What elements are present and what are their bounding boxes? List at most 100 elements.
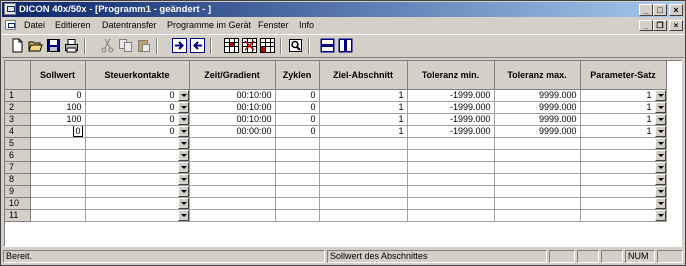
cell-parameter-satz[interactable] bbox=[580, 185, 667, 198]
cell-ziel-abschnitt[interactable]: 1 bbox=[319, 101, 408, 114]
cell-toleranz-min[interactable] bbox=[407, 137, 495, 150]
cell-toleranz-max[interactable] bbox=[494, 161, 581, 174]
dropdown-button[interactable] bbox=[177, 173, 188, 184]
dropdown-button[interactable] bbox=[177, 149, 188, 160]
cell-zeit-gradient[interactable] bbox=[189, 161, 276, 174]
cell-zeit-gradient[interactable] bbox=[189, 197, 276, 210]
save-icon[interactable] bbox=[46, 38, 61, 53]
row-number[interactable]: 4 bbox=[5, 125, 31, 138]
document-restore-button[interactable]: ❐ bbox=[653, 20, 667, 31]
cell-zyklen[interactable] bbox=[275, 185, 320, 198]
cell-toleranz-min[interactable] bbox=[407, 173, 495, 186]
transfer-from-device-icon[interactable] bbox=[190, 38, 205, 53]
find-icon[interactable] bbox=[288, 38, 303, 53]
cell-parameter-satz[interactable] bbox=[580, 161, 667, 174]
dropdown-button[interactable] bbox=[654, 185, 665, 196]
menu-datentransfer[interactable]: Datentransfer bbox=[102, 18, 157, 33]
cell-steuerkontakte[interactable] bbox=[85, 209, 190, 222]
cell-zeit-gradient[interactable] bbox=[189, 137, 276, 150]
cell-parameter-satz[interactable] bbox=[580, 173, 667, 186]
cell-toleranz-max[interactable]: 9999.000 bbox=[494, 125, 581, 138]
row-number[interactable]: 6 bbox=[5, 149, 31, 162]
menu-fenster[interactable]: Fenster bbox=[258, 18, 289, 33]
row-number[interactable]: 5 bbox=[5, 137, 31, 150]
dropdown-button[interactable] bbox=[177, 197, 188, 208]
corner-header-cell[interactable] bbox=[5, 61, 31, 90]
column-header-sollwert[interactable]: Sollwert bbox=[30, 61, 86, 90]
cell-sollwert[interactable] bbox=[30, 149, 86, 162]
cut-icon[interactable] bbox=[100, 38, 115, 53]
cell-zyklen[interactable] bbox=[275, 209, 320, 222]
table-row[interactable]: 8 bbox=[5, 173, 667, 186]
dropdown-button[interactable] bbox=[177, 185, 188, 196]
dropdown-button[interactable] bbox=[177, 101, 188, 112]
row-number[interactable]: 8 bbox=[5, 173, 31, 186]
cell-sollwert[interactable]: 100 bbox=[30, 113, 86, 126]
row-number[interactable]: 9 bbox=[5, 185, 31, 198]
cell-zyklen[interactable]: 0 bbox=[275, 101, 320, 114]
cell-sollwert[interactable]: 0 bbox=[30, 125, 86, 138]
cell-ziel-abschnitt[interactable] bbox=[319, 173, 408, 186]
minimize-button[interactable]: _ bbox=[639, 4, 653, 16]
menu-datei[interactable]: Datei bbox=[24, 18, 45, 33]
transfer-to-device-icon[interactable] bbox=[172, 38, 187, 53]
cell-toleranz-min[interactable] bbox=[407, 161, 495, 174]
cell-zeit-gradient[interactable]: 00:00:00 bbox=[189, 125, 276, 138]
dropdown-button[interactable] bbox=[654, 173, 665, 184]
close-button[interactable]: × bbox=[669, 4, 683, 16]
copy-icon[interactable] bbox=[118, 38, 133, 53]
row-number[interactable]: 3 bbox=[5, 113, 31, 126]
dropdown-button[interactable] bbox=[177, 89, 188, 100]
print-icon[interactable] bbox=[64, 38, 79, 53]
cell-ziel-abschnitt[interactable]: 1 bbox=[319, 113, 408, 126]
table-row[interactable]: 9 bbox=[5, 185, 667, 198]
new-document-icon[interactable] bbox=[10, 38, 25, 53]
table-row[interactable]: 1 0 0 00:10:00 0 1 -1999.000 9999.000 1 bbox=[5, 89, 667, 102]
cell-parameter-satz[interactable]: 1 bbox=[580, 101, 667, 114]
cell-sollwert[interactable] bbox=[30, 173, 86, 186]
cell-parameter-satz[interactable]: 1 bbox=[580, 125, 667, 138]
cell-toleranz-min[interactable]: -1999.000 bbox=[407, 101, 495, 114]
column-header-steuerkontakte[interactable]: Steuerkontakte bbox=[85, 61, 190, 90]
cell-sollwert[interactable]: 0 bbox=[30, 89, 86, 102]
cell-sollwert[interactable]: 100 bbox=[30, 101, 86, 114]
cell-toleranz-max[interactable] bbox=[494, 173, 581, 186]
cell-toleranz-min[interactable] bbox=[407, 197, 495, 210]
dropdown-button[interactable] bbox=[654, 137, 665, 148]
delete-row-icon[interactable] bbox=[242, 38, 257, 53]
cell-steuerkontakte[interactable]: 0 bbox=[85, 113, 190, 126]
cell-zyklen[interactable]: 0 bbox=[275, 89, 320, 102]
dropdown-button[interactable] bbox=[177, 113, 188, 124]
cell-sollwert[interactable] bbox=[30, 161, 86, 174]
row-number[interactable]: 10 bbox=[5, 197, 31, 210]
cell-steuerkontakte[interactable] bbox=[85, 197, 190, 210]
dropdown-button[interactable] bbox=[654, 89, 665, 100]
dropdown-button[interactable] bbox=[654, 101, 665, 112]
cell-steuerkontakte[interactable] bbox=[85, 161, 190, 174]
cell-steuerkontakte[interactable]: 0 bbox=[85, 125, 190, 138]
cell-zeit-gradient[interactable]: 00:10:00 bbox=[189, 113, 276, 126]
menu-programme-im-geraet[interactable]: Programme im Gerät bbox=[167, 18, 251, 33]
dropdown-button[interactable] bbox=[654, 113, 665, 124]
cell-sollwert[interactable] bbox=[30, 137, 86, 150]
table-row[interactable]: 4 0 0 00:00:00 0 1 -1999.000 9999.000 1 bbox=[5, 125, 667, 138]
cell-steuerkontakte[interactable] bbox=[85, 185, 190, 198]
cell-toleranz-max[interactable] bbox=[494, 185, 581, 198]
title-bar[interactable]: DICON 40x/50x - [Programm1 - geändert - … bbox=[2, 2, 684, 17]
tile-vertical-icon[interactable] bbox=[338, 38, 353, 53]
cell-toleranz-min[interactable] bbox=[407, 149, 495, 162]
cell-steuerkontakte[interactable]: 0 bbox=[85, 89, 190, 102]
program-grid[interactable]: Sollwert Steuerkontakte Zeit/Gradient Zy… bbox=[4, 60, 682, 247]
dropdown-button[interactable] bbox=[177, 161, 188, 172]
cell-toleranz-min[interactable] bbox=[407, 185, 495, 198]
cell-toleranz-min[interactable]: -1999.000 bbox=[407, 89, 495, 102]
table-row[interactable]: 6 bbox=[5, 149, 667, 162]
dropdown-button[interactable] bbox=[654, 161, 665, 172]
cell-steuerkontakte[interactable] bbox=[85, 149, 190, 162]
cell-toleranz-max[interactable]: 9999.000 bbox=[494, 113, 581, 126]
cell-steuerkontakte[interactable] bbox=[85, 137, 190, 150]
table-row[interactable]: 5 bbox=[5, 137, 667, 150]
document-close-button[interactable]: × bbox=[669, 20, 683, 31]
cell-toleranz-min[interactable]: -1999.000 bbox=[407, 125, 495, 138]
dropdown-button[interactable] bbox=[654, 209, 665, 220]
